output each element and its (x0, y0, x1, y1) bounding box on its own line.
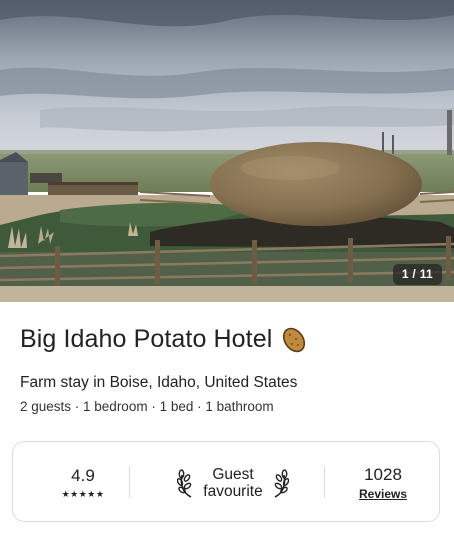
reviews-link[interactable]: Reviews (359, 487, 407, 501)
rating-stars: ★★★★★ (61, 488, 105, 499)
laurel-left-icon (177, 468, 192, 498)
guest-favourite-line1: Guest (212, 465, 254, 483)
potato-emoji-icon (283, 327, 306, 352)
listing-title-row: Big Idaho Potato Hotel (20, 325, 308, 354)
listing-details: 2 guests · 1 bedroom · 1 bed · 1 bathroo… (20, 399, 274, 414)
guest-favourite-line2: favourite (203, 482, 263, 500)
listing-photo[interactable]: 1 / 11 (0, 0, 454, 302)
photo-potato-hotel (0, 0, 454, 302)
photo-counter: 1 / 11 (392, 264, 442, 285)
rating-value: 4.9 (71, 465, 95, 485)
divider (324, 466, 325, 498)
reviews-stat[interactable]: 1028 Reviews (343, 442, 423, 523)
guest-favourite-label: Guest favourite (203, 466, 262, 500)
listing-subtitle: Farm stay in Boise, Idaho, United States (20, 374, 298, 391)
divider (129, 466, 130, 498)
listing-title: Big Idaho Potato Hotel (20, 325, 273, 353)
guest-favourite-badge: Guest favourite (163, 442, 303, 523)
rating-stat: 4.9 ★★★★★ (43, 442, 123, 523)
guest-favourite-card[interactable]: 4.9 ★★★★★ Guest favourite 1028 Reviews (12, 441, 440, 522)
reviews-count: 1028 (364, 464, 402, 484)
laurel-right-icon (274, 468, 289, 498)
